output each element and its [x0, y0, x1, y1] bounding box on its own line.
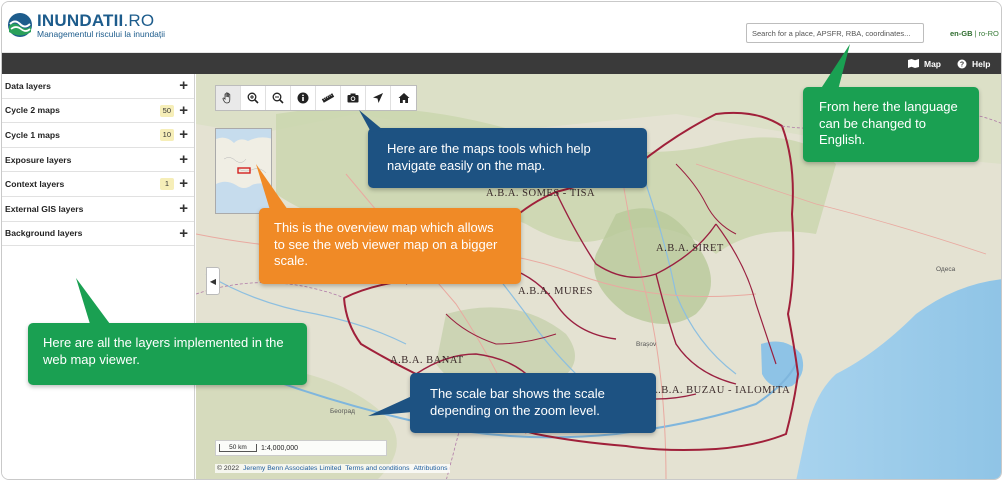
- info-icon: [297, 92, 309, 104]
- sidebar-item-background-layers[interactable]: Background layers +: [2, 222, 194, 247]
- lang-separator: |: [974, 29, 977, 38]
- pan-tool-button[interactable]: [216, 86, 241, 110]
- logo[interactable]: INUNDATII.RO Managementul riscului la in…: [7, 12, 165, 39]
- plus-icon[interactable]: +: [179, 174, 188, 194]
- plus-icon[interactable]: +: [179, 125, 188, 145]
- callout-tail: [820, 44, 850, 90]
- terms-link[interactable]: Terms and conditions: [345, 465, 409, 472]
- count-badge: 10: [159, 129, 174, 142]
- sidebar-item-external-gis-layers[interactable]: External GIS layers +: [2, 197, 194, 222]
- nav-map-label: Map: [924, 58, 941, 69]
- nav-help-button[interactable]: ? Help: [957, 53, 990, 74]
- scale-ratio-label: 1:4,000,000: [261, 444, 298, 452]
- sidebar-item-label: External GIS layers: [5, 203, 84, 214]
- plus-icon[interactable]: +: [179, 199, 188, 219]
- callout-tail: [368, 396, 412, 416]
- city-label-beograd: Београд: [330, 408, 355, 415]
- sidebar-item-cycle-2-maps[interactable]: Cycle 2 maps 50 +: [2, 99, 194, 124]
- callout-layers: Here are all the layers implemented in t…: [28, 323, 307, 385]
- info-button[interactable]: [291, 86, 316, 110]
- sidebar-item-cycle-1-maps[interactable]: Cycle 1 maps 10 +: [2, 123, 194, 148]
- screenshot-button[interactable]: [341, 86, 366, 110]
- svg-text:?: ?: [960, 61, 964, 68]
- map-attribution: © 2022 Jeremy Benn Associates Limited Te…: [215, 464, 450, 473]
- app-window: INUNDATII.RO Managementul riscului la in…: [1, 1, 1002, 480]
- attributions-link[interactable]: Attributions: [414, 465, 448, 472]
- sidebar-item-context-layers[interactable]: Context layers 1 +: [2, 172, 194, 197]
- scale-bar: 50 km 1:4,000,000: [215, 440, 387, 456]
- region-label-banat: A.B.A. BANAT: [390, 355, 464, 366]
- sidebar-item-label: Cycle 1 maps: [5, 129, 60, 140]
- logo-subtitle: Managementul riscului la inundații: [37, 29, 166, 39]
- sidebar-item-label: Cycle 2 maps: [5, 105, 60, 116]
- lang-ro-link[interactable]: ro-RO: [978, 29, 998, 38]
- help-icon: ?: [957, 59, 967, 68]
- scale-distance-label: 50 km: [219, 444, 257, 452]
- callout-tail: [76, 278, 110, 324]
- camera-icon: [347, 93, 359, 103]
- sidebar-item-label: Context layers: [5, 179, 65, 190]
- callout-scale-bar: The scale bar shows the scale depending …: [410, 373, 656, 433]
- hand-icon: [222, 92, 231, 104]
- logo-title: INUNDATII.RO: [37, 11, 155, 30]
- search-input[interactable]: [746, 23, 924, 43]
- city-label-brasov: Brașov: [636, 341, 657, 348]
- plus-icon[interactable]: +: [179, 150, 188, 170]
- home-button[interactable]: [391, 86, 416, 110]
- zoom-in-button[interactable]: [241, 86, 266, 110]
- nav-help-label: Help: [972, 58, 991, 69]
- sidebar-item-label: Data layers: [5, 80, 51, 91]
- callout-tail: [256, 164, 288, 210]
- region-label-siret: A.B.A. SIRET: [656, 243, 724, 254]
- callout-overview-map: This is the overview map which allows to…: [259, 208, 521, 284]
- region-label-buzau-ialomita: A.B.A. BUZAU - IALOMITA: [650, 385, 791, 396]
- region-label-mures: A.B.A. MURES: [518, 286, 593, 297]
- plus-icon[interactable]: +: [179, 224, 188, 244]
- zoom-in-icon: [247, 92, 259, 104]
- ruler-icon: [321, 93, 335, 103]
- city-label-odesa: Одеса: [936, 266, 956, 273]
- callout-language: From here the language can be changed to…: [803, 87, 979, 162]
- callout-map-tools: Here are the maps tools which help navig…: [368, 128, 647, 188]
- plus-icon[interactable]: +: [179, 101, 188, 121]
- attribution-owner-link[interactable]: Jeremy Benn Associates Limited: [243, 465, 341, 472]
- nav-map-button[interactable]: Map: [908, 53, 941, 74]
- lang-en-link[interactable]: en-GB: [950, 29, 973, 38]
- locate-button[interactable]: [366, 86, 391, 110]
- collapse-sidebar-button[interactable]: ◀: [206, 267, 220, 295]
- map-icon: [908, 59, 919, 68]
- zoom-out-icon: [272, 92, 284, 104]
- sidebar-item-label: Background layers: [5, 228, 83, 239]
- attribution-prefix: © 2022: [217, 465, 240, 472]
- sidebar-item-exposure-layers[interactable]: Exposure layers +: [2, 148, 194, 173]
- logo-wave-icon: [7, 12, 33, 38]
- count-badge: 1: [160, 178, 174, 191]
- home-icon: [398, 93, 409, 103]
- locate-arrow-icon: [373, 93, 383, 103]
- callout-tail: [359, 110, 383, 132]
- measure-button[interactable]: [316, 86, 341, 110]
- zoom-out-button[interactable]: [266, 86, 291, 110]
- region-label-somes-tisa: A.B.A. SOMES - TISA: [486, 188, 596, 199]
- sidebar-item-data-layers[interactable]: Data layers +: [2, 74, 194, 99]
- language-switcher: en-GB | ro-RO: [950, 29, 999, 38]
- plus-icon[interactable]: +: [179, 76, 188, 96]
- count-badge: 50: [159, 104, 174, 117]
- sidebar-item-label: Exposure layers: [5, 154, 72, 165]
